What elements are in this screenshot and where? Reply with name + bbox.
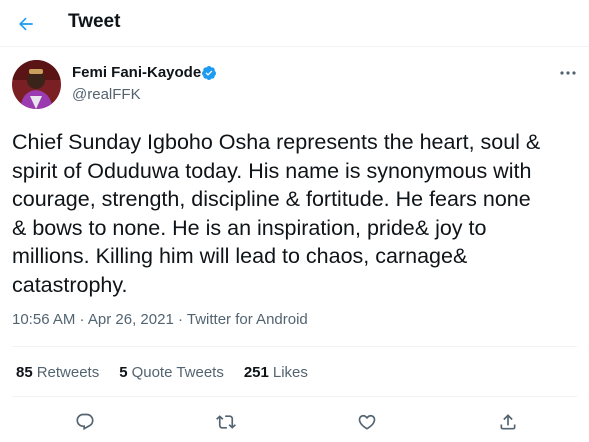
avatar-image: [12, 60, 61, 109]
avatar[interactable]: [12, 60, 61, 109]
like-button[interactable]: [353, 408, 381, 436]
quotes-label: Quote Tweets: [131, 364, 224, 381]
reply-button[interactable]: [71, 408, 99, 436]
arrow-left-icon: [18, 17, 33, 31]
tweet-time[interactable]: 10:56 AM: [12, 311, 75, 328]
retweets-count: 85: [16, 364, 33, 381]
divider: [12, 396, 577, 397]
tweet-text: Chief Sunday Igboho Osha represents the …: [12, 130, 541, 297]
divider: [12, 346, 577, 347]
back-button[interactable]: [10, 8, 42, 40]
quote-tweets-stat[interactable]: 5 Quote Tweets: [119, 364, 224, 381]
more-dots-icon: [560, 71, 576, 75]
header-bar: Tweet: [0, 0, 589, 47]
tweet-source[interactable]: Twitter for Android: [187, 311, 308, 328]
more-options-button[interactable]: [556, 64, 580, 82]
tweet-date[interactable]: Apr 26, 2021: [88, 311, 174, 328]
share-button[interactable]: [494, 408, 522, 436]
page-title: Tweet: [68, 11, 121, 32]
share-icon: [500, 414, 516, 430]
retweet-icon: [216, 415, 236, 429]
verified-badge-icon: [201, 66, 216, 80]
meta-separator: ·: [75, 311, 88, 328]
likes-stat[interactable]: 251 Likes: [244, 364, 308, 381]
retweets-stat[interactable]: 85 Retweets: [16, 364, 99, 381]
tweet-meta: 10:56 AM · Apr 26, 2021 · Twitter for An…: [12, 311, 308, 328]
author-handle[interactable]: @realFFK: [72, 86, 141, 103]
author-name[interactable]: Femi Fani-Kayode: [72, 64, 201, 81]
action-bar: [0, 408, 589, 438]
likes-label: Likes: [272, 364, 308, 381]
likes-count: 251: [243, 364, 269, 381]
meta-separator: ·: [173, 311, 187, 328]
quotes-count: 5: [119, 364, 128, 381]
heart-icon: [358, 414, 376, 430]
tweet-stats: 85 Retweets 5 Quote Tweets 251 Likes: [16, 364, 328, 381]
retweet-button[interactable]: [212, 408, 240, 436]
reply-icon: [76, 413, 94, 431]
retweets-label: Retweets: [36, 364, 100, 381]
